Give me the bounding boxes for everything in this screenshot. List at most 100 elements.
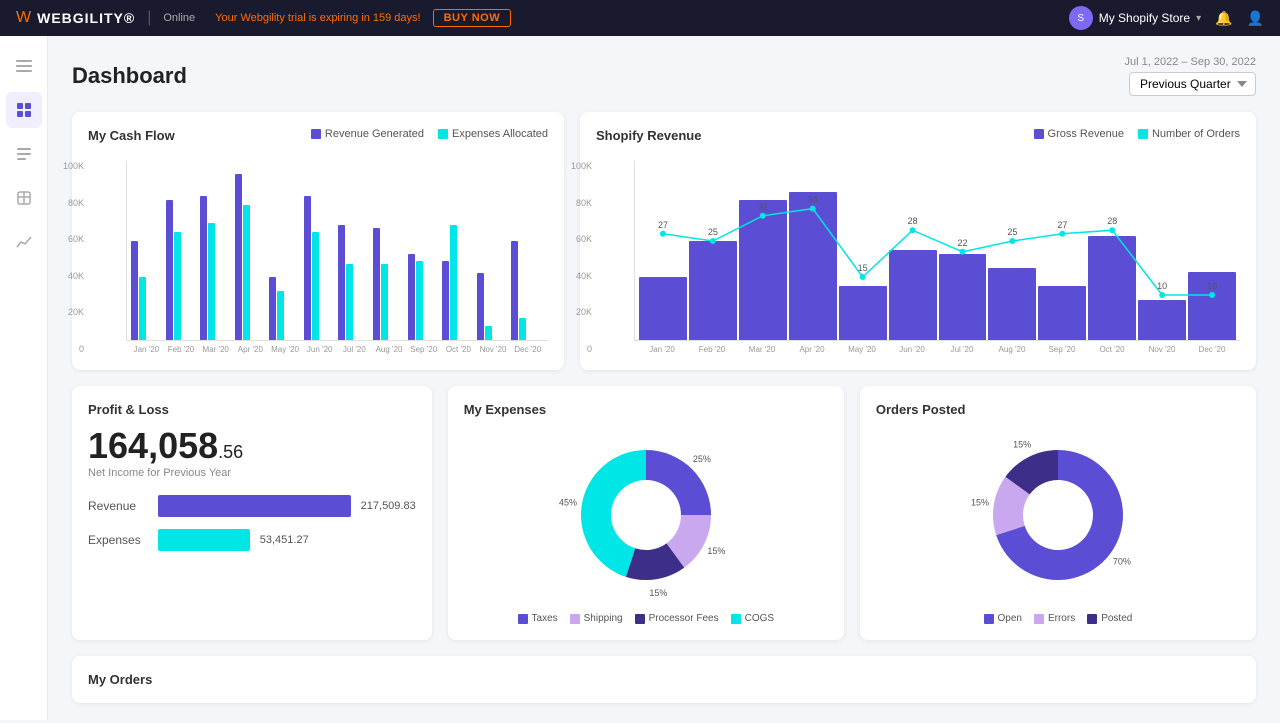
cashflow-revenue-bar [442,261,449,340]
shopify-month-label: May '20 [838,345,886,354]
donut-label: 45% [559,498,577,508]
cashflow-expense-bar [416,261,423,340]
cashflow-expense-bar [450,225,457,340]
cashflow-revenue-bar [304,196,311,340]
store-avatar: S [1069,6,1093,30]
cashflow-expense-bar [519,318,526,340]
cashflow-month-label: Jun '20 [303,345,336,354]
cashflow-bar-group [477,273,510,340]
sidebar-item-analytics[interactable] [6,224,42,260]
webgility-logo-icon: W [16,9,31,27]
shopify-bar [739,200,787,340]
date-range-text: Jul 1, 2022 – Sep 30, 2022 [1125,56,1257,68]
shopify-bar [839,286,887,340]
shopify-month-label: Jul '20 [938,345,986,354]
shopify-month-label: Feb '20 [688,345,736,354]
shopify-card: Shopify Revenue Gross Revenue Number of … [580,112,1256,370]
shopify-bar [639,277,687,340]
sidebar-item-menu[interactable] [6,48,42,84]
cashflow-expense-bar [208,223,215,340]
shopify-y-axis: 100K 80K 60K 40K 20K 0 [560,161,592,354]
cashflow-revenue-bar [477,273,484,340]
expenses-legend-label: Processor Fees [649,613,719,624]
bottom-cards-row: Profit & Loss 164,058.56 Net Income for … [72,386,1256,640]
topbar-trial-text: Your Webgility trial is expiring in 159 … [215,12,420,24]
legend-gross-dot [1034,129,1044,139]
shopify-chart-container: 272532341528222527281010 [634,161,1240,341]
shopify-title: Shopify Revenue [596,128,701,143]
donut-label: 15% [649,588,667,598]
donut-label: 15% [707,546,725,556]
my-orders-title: My Orders [88,672,152,687]
expenses-legend-label: COGS [745,613,774,624]
pnl-revenue-row: Revenue 217,509.83 [88,495,416,517]
cashflow-revenue-bar [200,196,207,340]
orders-posted-card: Orders Posted 70%15%15% OpenErrorsPosted [860,386,1256,640]
pnl-subtitle: Net Income for Previous Year [88,467,416,479]
topbar-right: S My Shopify Store ▾ 🔔 👤 [1069,6,1264,30]
shopify-bar [988,268,1036,340]
shopify-month-label: Dec '20 [1188,345,1236,354]
orders-legend-dot [1087,614,1097,624]
page-title: Dashboard [72,63,187,89]
topbar: W WEBGILITY® | Online Your Webgility tri… [0,0,1280,36]
shopify-month-label: Jan '20 [638,345,686,354]
shopify-month-label: Oct '20 [1088,345,1136,354]
date-range-select[interactable]: Previous Quarter [1129,72,1256,96]
pnl-expenses-row: Expenses 53,451.27 [88,529,416,551]
legend-revenue-dot [311,129,321,139]
buy-now-button[interactable]: BUY NOW [433,9,511,27]
cashflow-bar-group [442,225,475,340]
orders-legend-label: Posted [1101,613,1132,624]
sidebar-item-products[interactable] [6,180,42,216]
orders-legend-label: Errors [1048,613,1075,624]
cashflow-expense-bar [277,291,284,340]
orders-donut-wrapper: 70%15%15% OpenErrorsPosted [876,425,1240,624]
expenses-donut-chart: 25%15%15%45% [556,425,736,605]
pnl-revenue-bar [158,495,351,517]
store-selector[interactable]: S My Shopify Store ▾ [1069,6,1201,30]
sidebar-item-orders[interactable] [6,136,42,172]
legend-expenses-label: Expenses Allocated [452,128,548,140]
shopify-legend: Gross Revenue Number of Orders [1034,128,1240,140]
shopify-bar [1188,272,1236,340]
shopify-bar [1088,236,1136,340]
notification-icon[interactable]: 🔔 [1215,10,1232,27]
orders-posted-title: Orders Posted [876,402,966,417]
user-icon[interactable]: 👤 [1247,10,1264,27]
cashflow-bar-group [166,200,199,340]
pnl-revenue-label: Revenue [88,499,148,513]
expenses-legend-item: Shipping [570,613,623,624]
expenses-legend-item: Taxes [518,613,558,624]
cashflow-expense-bar [485,326,492,340]
shopify-bar [789,192,837,340]
cashflow-month-label: Jul '20 [338,345,371,354]
cashflow-y-axis: 100K 80K 60K 40K 20K 0 [52,161,84,354]
shopify-bar-labels: Jan '20Feb '20Mar '20Apr '20May '20Jun '… [634,345,1240,354]
cashflow-revenue-bar [235,174,242,340]
cashflow-card: My Cash Flow Revenue Generated Expenses … [72,112,564,370]
shopify-month-label: Nov '20 [1138,345,1186,354]
pnl-card: Profit & Loss 164,058.56 Net Income for … [72,386,432,640]
expenses-legend-label: Shipping [584,613,623,624]
cashflow-revenue-bar [131,241,138,340]
page-header: Dashboard Jul 1, 2022 – Sep 30, 2022 Pre… [72,56,1256,96]
sidebar-item-dashboard[interactable] [6,92,42,128]
orders-posted-legend: OpenErrorsPosted [984,613,1133,624]
logo: W WEBGILITY® [16,9,135,27]
cashflow-expense-bar [312,232,319,340]
orders-posted-legend-item: Posted [1087,613,1132,624]
cashflow-expense-bar [139,277,146,340]
cashflow-month-label: Sep '20 [407,345,440,354]
cashflow-month-label: Dec '20 [511,345,544,354]
cashflow-revenue-bar [373,228,380,340]
pnl-amount-wrapper: 164,058.56 [88,425,416,467]
cashflow-chart-area: 100K 80K 60K 40K 20K 0 Jan '20Feb '20Mar… [88,161,548,354]
cashflow-expense-bar [346,264,353,340]
pnl-revenue-value: 217,509.83 [361,500,416,512]
store-chevron-icon: ▾ [1196,13,1201,24]
topbar-status: Online [163,12,195,24]
expenses-legend-dot [635,614,645,624]
shopify-bar [939,254,987,340]
main-content: Dashboard Jul 1, 2022 – Sep 30, 2022 Pre… [48,36,1280,723]
